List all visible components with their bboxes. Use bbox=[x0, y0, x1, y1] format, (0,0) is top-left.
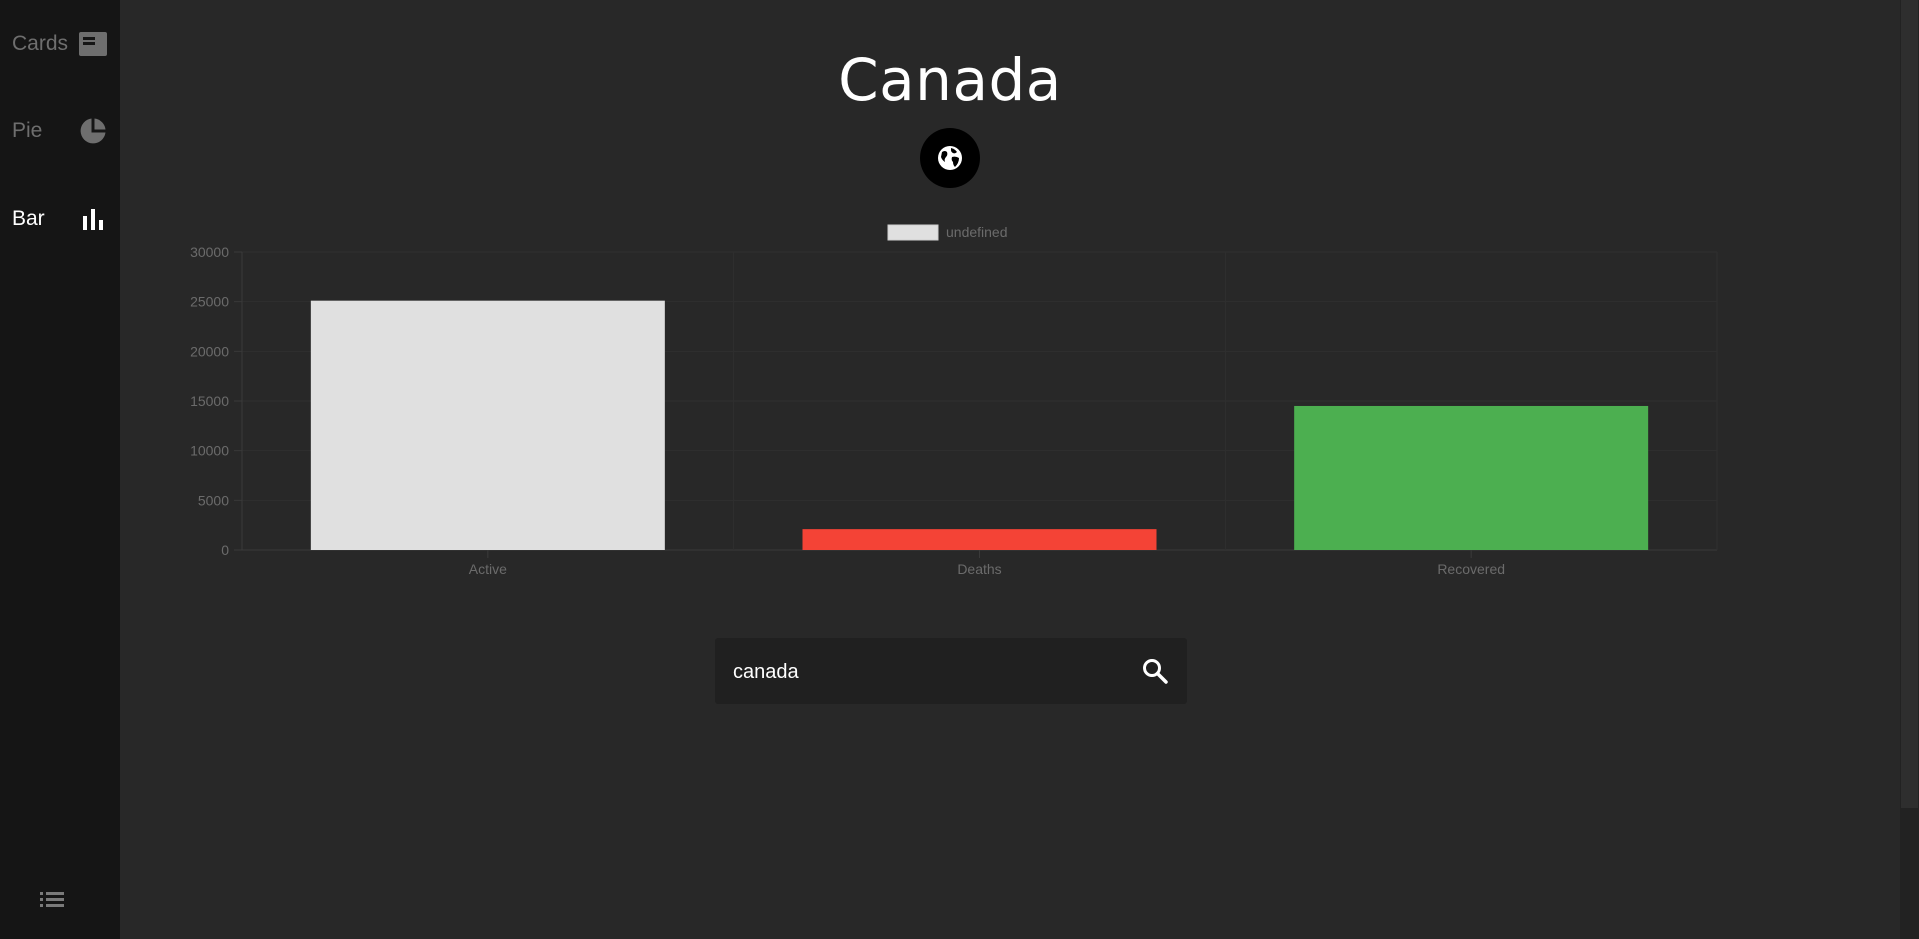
bar-recovered[interactable] bbox=[1294, 405, 1649, 550]
y-tick-label: 0 bbox=[221, 542, 229, 558]
chart-bars bbox=[310, 300, 1649, 550]
search-button[interactable] bbox=[1137, 653, 1173, 689]
y-tick-label: 5000 bbox=[198, 492, 229, 508]
x-tick-label: Recovered bbox=[1437, 561, 1505, 577]
bar-chart: 0 5000 10000 15000 20000 25000 30000 Active Deat… bbox=[190, 224, 1718, 577]
x-tick-label: Deaths bbox=[957, 561, 1001, 577]
bar-deaths[interactable] bbox=[802, 529, 1157, 550]
y-tick-label: 20000 bbox=[190, 343, 229, 359]
x-tick-label: Active bbox=[469, 561, 507, 577]
bar-active[interactable] bbox=[310, 300, 665, 550]
search-box bbox=[715, 638, 1187, 704]
legend-swatch[interactable] bbox=[887, 224, 939, 241]
y-tick-label: 30000 bbox=[190, 244, 229, 260]
search-icon bbox=[1143, 659, 1168, 684]
y-tick-label: 10000 bbox=[190, 443, 229, 459]
legend-label[interactable]: undefined bbox=[946, 224, 1008, 240]
chart-legend: undefined bbox=[887, 224, 1008, 241]
y-tick-label: 15000 bbox=[190, 393, 229, 409]
search-input[interactable] bbox=[731, 652, 1115, 692]
y-tick-label: 25000 bbox=[190, 294, 229, 310]
